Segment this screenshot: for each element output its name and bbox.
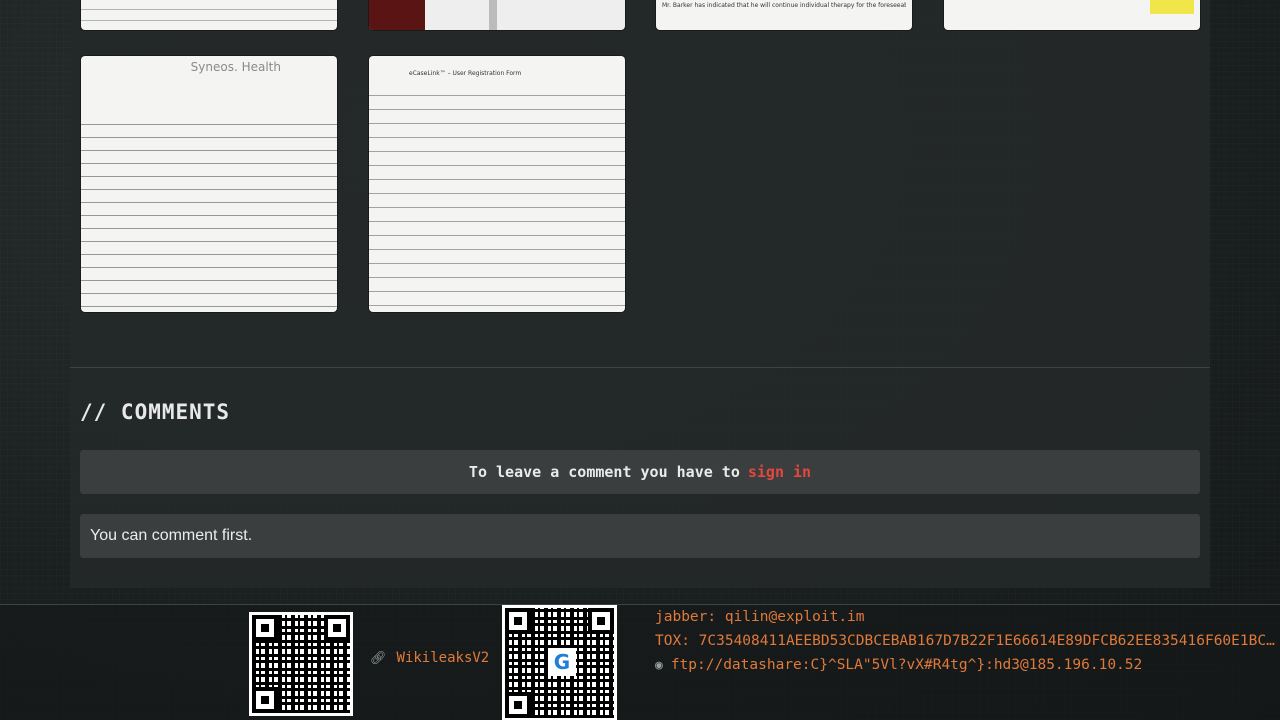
qr-finder-mark — [324, 615, 350, 641]
gallery-thumbnail[interactable] — [369, 0, 625, 30]
gallery-thumbnail[interactable]: eCaseLink™ – User Registration Form — [369, 56, 625, 312]
document-preview — [369, 86, 625, 312]
tox-contact: TOX: 7C35408411AEEBD53CDBCEBAB167D7B22F1… — [655, 633, 1275, 649]
link-icon: 🔗︎ — [370, 650, 387, 666]
thumbnail-caption: eCaseLink™ – User Registration Form — [409, 70, 522, 77]
qr-finder-mark — [252, 687, 278, 713]
wikileaks-link-label: WikileaksV2 — [396, 650, 490, 666]
document-preview — [489, 0, 497, 30]
gallery-thumbnail[interactable]: Mr. Barker has indicated that he will co… — [656, 0, 912, 30]
thumbnail-caption: Mr. Barker has indicated that he will co… — [662, 2, 906, 9]
gallery-thumbnail[interactable] — [81, 0, 337, 30]
ftp-contact[interactable]: ◉ ftp://datashare:C}^SLA"5Vl?vX#R4tg^}:h… — [655, 657, 1142, 673]
qr-pattern — [252, 615, 350, 713]
signin-prompt: To leave a comment you have to sign in — [80, 450, 1200, 494]
thumbnail-caption: Syneos. Health — [190, 60, 281, 74]
qr-pattern: G — [505, 608, 614, 718]
qr-finder-mark — [505, 608, 531, 634]
jabber-contact: jabber: qilin@exploit.im — [655, 609, 865, 625]
qr-finder-mark — [588, 608, 614, 634]
qr-code: G — [502, 605, 617, 720]
signin-prompt-text: To leave a comment you have to — [468, 463, 740, 481]
gallery-thumbnail[interactable] — [944, 0, 1200, 30]
qr-finder-mark — [252, 615, 278, 641]
qr-code — [249, 612, 353, 716]
qr-finder-mark — [505, 692, 531, 718]
document-preview — [369, 0, 425, 30]
eye-icon: ◉ — [655, 657, 663, 673]
comments-heading: // COMMENTS — [80, 400, 231, 424]
highlight-mark — [1150, 0, 1194, 14]
signin-link[interactable]: sign in — [748, 463, 811, 481]
gallery-thumbnail[interactable]: Syneos. Health — [81, 56, 337, 312]
section-divider — [70, 367, 1210, 368]
image-gallery: Mr. Barker has indicated that he will co… — [70, 0, 1210, 346]
brand-logo-icon: G — [548, 648, 576, 676]
document-preview — [81, 116, 337, 312]
wikileaks-link[interactable]: 🔗︎ WikileaksV2 — [370, 650, 489, 666]
content-panel: Mr. Barker has indicated that he will co… — [70, 0, 1210, 588]
no-comments-message: You can comment first. — [80, 514, 1200, 558]
ftp-link[interactable]: ftp://datashare:C}^SLA"5Vl?vX#R4tg^}:hd3… — [671, 657, 1142, 673]
document-preview — [81, 0, 337, 30]
